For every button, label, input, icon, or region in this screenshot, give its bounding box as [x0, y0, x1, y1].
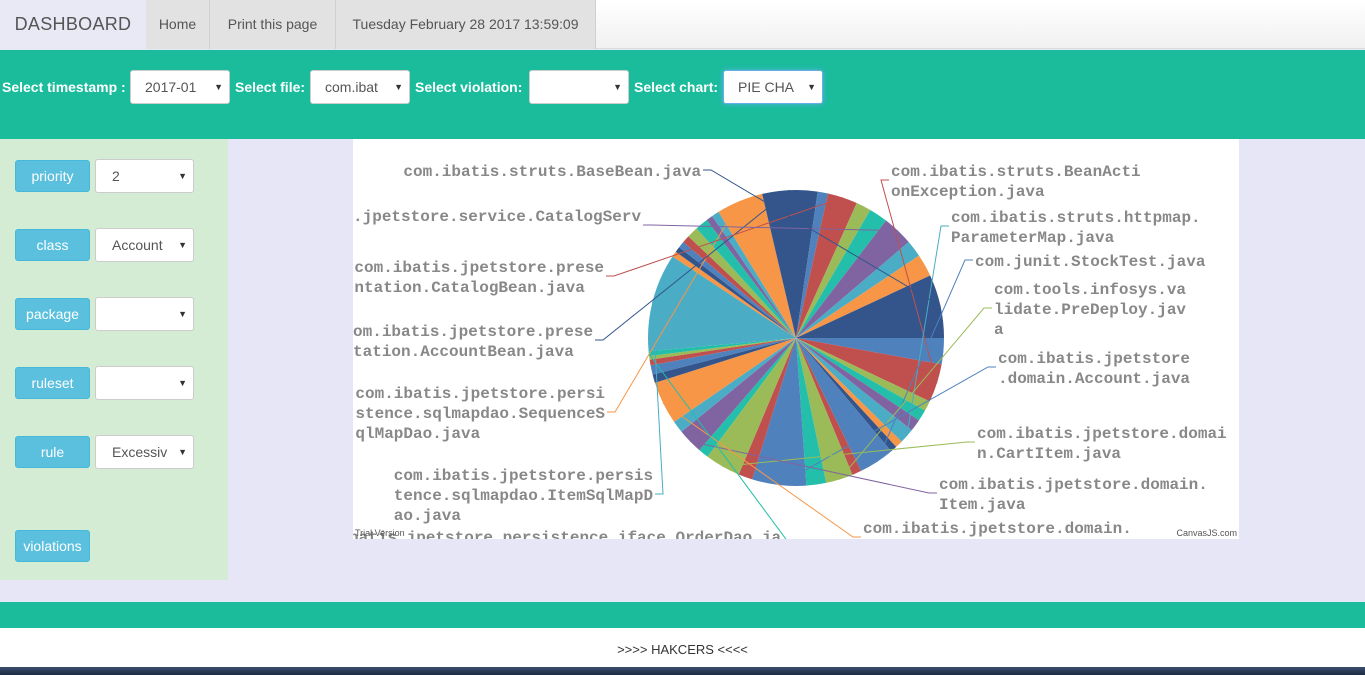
priority-select[interactable]: 2 ▼: [95, 159, 194, 193]
rule-select[interactable]: Excessiv ▼: [95, 435, 194, 469]
chevron-down-icon: ▼: [178, 378, 187, 388]
filter-bar: Select timestamp : 2017-01 ▼ Select file…: [0, 50, 1365, 139]
pie-slice-label: com.ibatis.jpetstore.persistence.sqlmapd…: [355, 385, 605, 443]
chart-value: PIE CHA: [738, 79, 795, 95]
footer-text: >>>> HAKCERS <<<<: [0, 628, 1365, 668]
ruleset-button[interactable]: ruleset: [15, 367, 90, 399]
chart-select[interactable]: PIE CHA ▼: [723, 70, 823, 104]
chevron-down-icon: ▼: [613, 82, 622, 92]
timestamp-value: 2017-01: [145, 79, 197, 95]
chevron-down-icon: ▼: [178, 240, 187, 250]
chevron-down-icon: ▼: [178, 309, 187, 319]
class-value: Account: [112, 237, 163, 253]
chevron-down-icon: ▼: [178, 171, 187, 181]
timestamp-label: Select timestamp :: [2, 79, 126, 95]
violations-button[interactable]: violations: [15, 530, 90, 562]
brand-title[interactable]: DASHBOARD: [0, 0, 146, 49]
priority-button[interactable]: priority: [15, 160, 90, 192]
file-select[interactable]: com.ibat ▼: [310, 70, 410, 104]
pie-slice-label: com.ibatis.struts.BaseBean.java: [403, 163, 701, 181]
side-filter-panel: priority 2 ▼ class Account ▼ package ▼ r…: [0, 139, 228, 580]
pie-chart: com.ibatis.struts.BeanActi onException.ja…: [353, 163, 1237, 539]
pie-slice-label: com.ibatis.jpetstore.prese ntation.Catalo…: [354, 259, 604, 297]
pie-slice-label: com.ibatis.jpetstore.service.CatalogServ…: [353, 208, 641, 246]
chevron-down-icon: ▼: [178, 447, 187, 457]
pie-slice-label: com.ibatis.jpetstore.domain.Order.java: [863, 520, 1132, 539]
priority-value: 2: [112, 168, 120, 184]
top-navbar: DASHBOARD Home Print this page Tuesday F…: [0, 0, 1365, 49]
pie-slice-label: com.ibatis.struts.BeanActi onException.ja…: [891, 163, 1141, 201]
chart-credit-right: CanvasJS.com: [1176, 528, 1237, 538]
timestamp-select[interactable]: 2017-01 ▼: [130, 70, 230, 104]
violation-select[interactable]: ▼: [529, 70, 629, 104]
package-select[interactable]: ▼: [95, 297, 194, 331]
package-button[interactable]: package: [15, 298, 90, 330]
class-select[interactable]: Account ▼: [95, 228, 194, 262]
file-value: com.ibat: [325, 79, 378, 95]
file-label: Select file:: [235, 79, 306, 95]
pie-slice-label: com.ibatis.jpetstore.domain. Item.java: [939, 476, 1208, 514]
pie-slice-label: com.ibatis.jpetstore.persistence.sqlmapd…: [394, 467, 653, 525]
pie-chart-panel: com.ibatis.struts.BeanActi onException.ja…: [353, 139, 1239, 539]
os-taskbar: [0, 667, 1365, 675]
pie-slice-label: com.ibatis.jpetstore.prese ntation.Accoun…: [353, 323, 593, 361]
rule-value: Excessiv: [112, 444, 168, 460]
footer-bar: [0, 602, 1365, 628]
class-button[interactable]: class: [15, 229, 90, 261]
chevron-down-icon: ▼: [214, 82, 223, 92]
chart-credit-left: Trial Version: [355, 528, 405, 538]
nav-datetime: Tuesday February 28 2017 13:59:09: [336, 0, 596, 49]
rule-button[interactable]: rule: [15, 436, 90, 468]
pie-slice-label: com.tools.infosys.va lidate.PreDeploy.jav…: [994, 281, 1186, 339]
chart-label: Select chart:: [634, 79, 719, 95]
pie-slice-label: com.ibatis.jpetstore .domain.Account.java: [998, 350, 1190, 388]
violation-label: Select violation:: [415, 79, 523, 95]
pie-slice-label: com.ibatis.jpetstore.domai n.CartItem.jav…: [977, 425, 1227, 463]
chevron-down-icon: ▼: [807, 82, 816, 92]
chevron-down-icon: ▼: [394, 82, 403, 92]
nav-home-link[interactable]: Home: [146, 0, 210, 49]
pie-slice-label: com.ibatis.struts.httpmap. ParameterMap.j…: [951, 209, 1201, 247]
pie-slice-label: com.junit.StockTest.java: [975, 253, 1206, 271]
pie-slice-label: com.ibatis.jpetstore.persistence.iface.O…: [353, 529, 781, 539]
ruleset-select[interactable]: ▼: [95, 366, 194, 400]
nav-print-link[interactable]: Print this page: [210, 0, 336, 49]
